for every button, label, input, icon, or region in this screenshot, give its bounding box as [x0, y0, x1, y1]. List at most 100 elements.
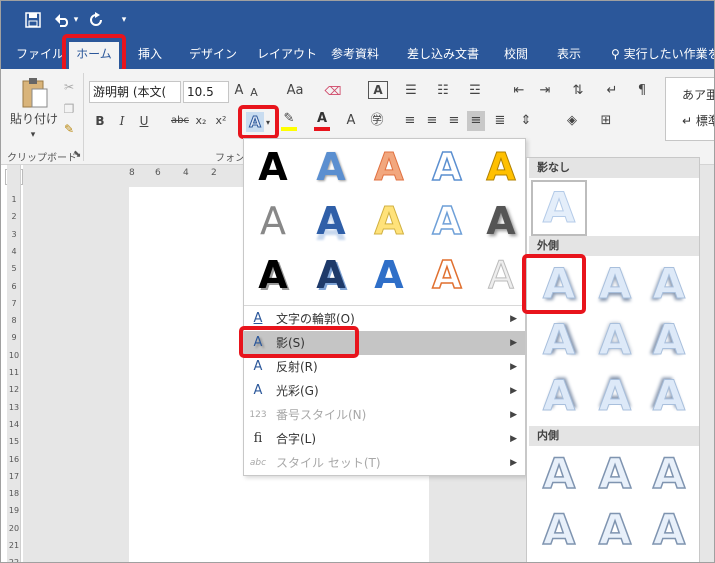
no-shadow-option[interactable]: A	[531, 180, 587, 236]
borders-icon[interactable]: ⊞	[595, 111, 617, 131]
menu-reflection[interactable]: A 反射(R) ▶	[244, 355, 525, 379]
tab-view[interactable]: 表示	[557, 39, 581, 69]
distribute-icon[interactable]: ≣	[491, 111, 509, 131]
ruler-number: 10	[8, 350, 20, 360]
ruler-number: 5	[11, 264, 17, 274]
tab-file[interactable]: ファイル	[16, 39, 64, 69]
font-name-combo[interactable]: 游明朝 (本文(	[89, 81, 181, 103]
gallery-effect-7[interactable]: A	[306, 195, 356, 247]
outer-shadow-9[interactable]: A	[643, 370, 695, 422]
decrease-indent-icon[interactable]: ⇤	[509, 81, 529, 101]
save-icon[interactable]	[23, 9, 43, 31]
styles-gallery[interactable]: あア亜 ↵ 標準	[665, 77, 714, 141]
gallery-effect-8[interactable]: A	[364, 195, 414, 247]
change-case-icon[interactable]: Aa	[283, 81, 307, 101]
menu-glow[interactable]: A 光彩(G) ▶	[244, 379, 525, 403]
align-left-icon[interactable]: ≡	[401, 111, 419, 131]
submenu-arrow-icon: ▶	[510, 434, 517, 444]
format-painter-icon[interactable]: ✎	[61, 119, 77, 139]
menu-ligatures[interactable]: fi 合字(L) ▶	[244, 427, 525, 451]
shrink-font-icon[interactable]: A	[248, 83, 260, 103]
inner-shadow-3[interactable]: A	[643, 448, 695, 500]
bold-icon[interactable]: B	[93, 111, 107, 131]
inner-shadow-2[interactable]: A	[589, 448, 641, 500]
tab-design[interactable]: デザイン	[189, 39, 237, 69]
bullets-icon[interactable]: ☰	[399, 81, 423, 101]
gallery-effect-1[interactable]: A	[248, 141, 298, 193]
multilevel-list-icon[interactable]: ☲	[463, 81, 487, 101]
font-size-combo[interactable]: 10.5	[183, 81, 229, 103]
clear-format-icon[interactable]: ⌫	[323, 81, 343, 101]
paste-dropdown-icon[interactable]: ▾	[27, 125, 39, 145]
italic-icon[interactable]: I	[115, 111, 129, 131]
tab-insert[interactable]: 挿入	[138, 39, 162, 69]
ruler-number: 6	[155, 168, 161, 178]
ruler-number: 9	[11, 333, 17, 343]
shading-icon[interactable]: ◈	[561, 111, 583, 131]
outer-shadow-5[interactable]: A	[589, 314, 641, 366]
ruler-number: 12	[8, 385, 20, 395]
char-border-icon[interactable]: A	[368, 81, 388, 99]
numbering-icon[interactable]: ☷	[431, 81, 455, 101]
gallery-effect-11[interactable]: A	[248, 249, 298, 301]
underline-icon[interactable]: U	[137, 111, 151, 131]
align-center-icon[interactable]: ≡	[423, 111, 441, 131]
superscript-icon[interactable]: x²	[213, 111, 229, 131]
ruler-number: 21	[8, 541, 20, 550]
customize-qat-icon[interactable]: ▾	[119, 9, 129, 31]
gallery-effect-10[interactable]: A	[476, 195, 526, 247]
inner-shadow-6[interactable]: A	[643, 504, 695, 556]
enclose-char-icon[interactable]: ㊫	[367, 111, 387, 131]
gallery-effect-15[interactable]: A	[476, 249, 526, 301]
tab-review[interactable]: 校閲	[504, 39, 528, 69]
submenu-arrow-icon: ▶	[510, 410, 517, 420]
outer-shadow-3[interactable]: A	[643, 258, 695, 310]
font-color-icon[interactable]: A	[314, 111, 330, 131]
menu-divider	[244, 305, 525, 306]
inner-shadow-5[interactable]: A	[589, 504, 641, 556]
outer-shadow-8[interactable]: A	[589, 370, 641, 422]
justify-icon[interactable]: ≡	[467, 111, 485, 131]
clipboard-launcher-icon[interactable]: ⬊	[73, 149, 81, 160]
outer-shadow-4[interactable]: A	[533, 314, 585, 366]
line-spacing-icon[interactable]: ⇕	[515, 111, 537, 131]
gallery-effect-3[interactable]: A	[364, 141, 414, 193]
paste-icon[interactable]	[19, 77, 51, 111]
inner-shadow-4[interactable]: A	[533, 504, 585, 556]
align-right-icon[interactable]: ≡	[445, 111, 463, 131]
gallery-effect-9[interactable]: A	[422, 195, 472, 247]
gallery-effect-5[interactable]: A	[476, 141, 526, 193]
gallery-effect-13[interactable]: A	[364, 249, 414, 301]
grow-font-icon[interactable]: A	[232, 81, 246, 101]
tab-layout[interactable]: レイアウト	[257, 39, 317, 69]
char-shading-icon[interactable]: A	[343, 111, 359, 131]
gallery-effect-2[interactable]: A	[306, 141, 356, 193]
outer-shadow-6[interactable]: A	[643, 314, 695, 366]
show-marks-icon[interactable]: ↵	[601, 81, 623, 101]
sort-icon[interactable]: ⇅	[567, 81, 589, 101]
gallery-effect-6[interactable]: A	[248, 195, 298, 247]
number-styles-icon: 123	[249, 410, 267, 420]
ruler-number: 4	[183, 168, 189, 178]
inner-shadow-1[interactable]: A	[533, 448, 585, 500]
ruler-number: 1	[11, 195, 17, 204]
undo-icon[interactable]	[53, 9, 71, 31]
cut-icon[interactable]: ✂	[61, 77, 77, 97]
gallery-effect-4[interactable]: A	[422, 141, 472, 193]
tab-mailings[interactable]: 差し込み文書	[407, 39, 479, 69]
tell-me-box[interactable]: ⚲ 実行したい作業を	[611, 39, 714, 69]
show-hide-icon[interactable]: ¶	[633, 81, 651, 101]
tab-references[interactable]: 参考資料	[331, 39, 379, 69]
gallery-effect-12[interactable]: A	[306, 249, 356, 301]
strikethrough-icon[interactable]: abc	[169, 111, 191, 131]
outer-shadow-7[interactable]: A	[533, 370, 585, 422]
subscript-icon[interactable]: x₂	[193, 111, 209, 131]
ruler-number: 11	[8, 368, 20, 377]
highlight-color-icon[interactable]: ✎	[281, 111, 297, 131]
copy-icon[interactable]: ❐	[61, 99, 77, 119]
outer-shadow-2[interactable]: A	[589, 258, 641, 310]
undo-dropdown-icon[interactable]: ▾	[71, 9, 81, 31]
increase-indent-icon[interactable]: ⇥	[535, 81, 555, 101]
redo-icon[interactable]	[87, 9, 105, 31]
gallery-effect-14[interactable]: A	[422, 249, 472, 301]
